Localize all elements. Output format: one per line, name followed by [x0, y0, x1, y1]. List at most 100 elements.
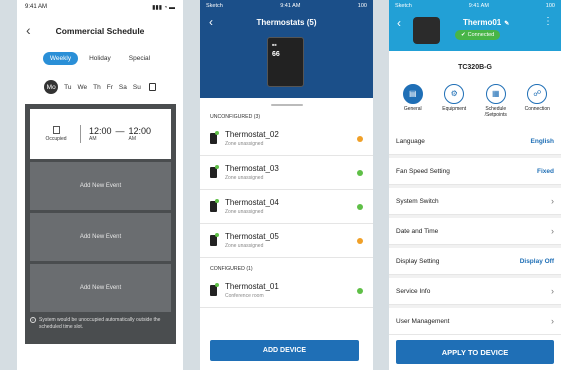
- category-tabs: ▤ General ⚙ Equipment ▦ Schedule /Setpoi…: [389, 81, 561, 118]
- thermostats-list-screen: Sketch 9:41 AM 100 ‹ Thermostats (5) ■■ …: [200, 0, 373, 370]
- status-icons: ▮▮▮ ◔ ▬: [152, 4, 175, 11]
- setting-fan-speed[interactable]: Fan Speed Setting Fixed: [389, 158, 561, 185]
- commercial-schedule-screen: 9:41 AM ▮▮▮ ◔ ▬ ‹ Commercial Schedule We…: [17, 0, 183, 370]
- thermostat-name: Thermostat_02: [225, 130, 279, 139]
- thermostat-device-image: ■■ 66: [267, 37, 304, 87]
- chevron-right-icon: ›: [551, 226, 554, 236]
- status-battery: 100: [357, 3, 367, 9]
- thermostat-zone: Zone unassigned: [225, 243, 264, 249]
- status-dot-icon: [357, 203, 363, 210]
- setting-display[interactable]: Display Setting Display Off: [389, 248, 561, 275]
- day-fr[interactable]: Fr: [107, 84, 113, 91]
- schedule-type-tabs: Weekly Holiday Special: [17, 52, 183, 65]
- add-new-event-button[interactable]: Add New Event: [30, 264, 171, 312]
- list-item[interactable]: Thermostat_02 Zone unassigned: [200, 122, 373, 156]
- status-carrier: Sketch: [206, 3, 223, 9]
- status-battery: 100: [545, 3, 555, 9]
- day-sa[interactable]: Sa: [119, 84, 127, 91]
- header: Sketch 9:41 AM 100 ‹ Thermostats (5) ■■ …: [200, 0, 373, 98]
- thermostat-zone: Zone unassigned: [225, 209, 264, 215]
- edit-pencil-icon[interactable]: ✎: [504, 21, 509, 27]
- device-display-value: 66: [272, 51, 280, 58]
- section-header-unconfigured: UNCONFIGURED (3): [210, 114, 261, 120]
- status-carrier: Sketch: [395, 3, 412, 9]
- header: ‹ Commercial Schedule: [17, 14, 183, 48]
- apply-to-device-button[interactable]: APPLY TO DEVICE: [396, 340, 554, 364]
- chevron-right-icon: ›: [551, 196, 554, 206]
- day-tu[interactable]: Tu: [64, 84, 71, 91]
- tab-connection[interactable]: ☍ Connection: [517, 81, 557, 118]
- thermostat-name: Thermostat_01: [225, 282, 279, 291]
- list-item[interactable]: Thermostat_04 Zone unassigned: [200, 190, 373, 224]
- day-selector: Mo Tu We Th Fr Sa Su: [17, 80, 183, 94]
- document-icon: ▤: [402, 84, 423, 104]
- add-new-event-button[interactable]: Add New Event: [30, 162, 171, 210]
- list-item[interactable]: Thermostat_03 Zone unassigned: [200, 156, 373, 190]
- equipment-icon: ⚙: [444, 84, 465, 104]
- list-item[interactable]: Thermostat_01 Conference room: [200, 274, 373, 308]
- thermostat-icon: [210, 199, 219, 212]
- divider: [80, 125, 81, 143]
- tab-equipment[interactable]: ⚙ Equipment: [434, 81, 474, 118]
- device-settings-screen: Sketch 9:41 AM 100 ‹ Thermo01 ✎ ✔ Connect…: [389, 0, 561, 370]
- occupied-mode: Occupied: [40, 126, 72, 142]
- setting-date-time[interactable]: Date and Time ›: [389, 218, 561, 245]
- thermostat-icon: [210, 233, 219, 246]
- end-ampm: AM: [128, 136, 137, 142]
- tab-general[interactable]: ▤ General: [393, 81, 433, 118]
- status-time: 9:41 AM: [280, 3, 301, 9]
- tab-weekly[interactable]: Weekly: [42, 52, 79, 65]
- setting-service-info[interactable]: Service Info ›: [389, 278, 561, 305]
- status-bar: Sketch 9:41 AM 100: [389, 0, 561, 12]
- add-new-event-button[interactable]: Add New Event: [30, 213, 171, 261]
- back-chevron-icon[interactable]: ‹: [209, 15, 213, 29]
- setting-system-switch[interactable]: System Switch ›: [389, 188, 561, 215]
- info-note: i System would be unoccupied automatical…: [30, 317, 171, 330]
- day-su[interactable]: Su: [133, 84, 141, 91]
- add-device-button[interactable]: ADD DEVICE: [210, 340, 359, 361]
- device-name: Thermo01 ✎: [463, 18, 510, 27]
- start-ampm: AM: [89, 136, 97, 142]
- day-mo[interactable]: Mo: [44, 80, 59, 94]
- chevron-right-icon: ›: [551, 286, 554, 296]
- thermostat-zone: Conference room: [225, 293, 264, 299]
- more-menu-icon[interactable]: ⋮: [543, 16, 553, 27]
- event-card[interactable]: Occupied 12:00 AM — 12:00 AM: [30, 109, 171, 159]
- check-icon: ✔: [461, 32, 466, 38]
- thermostat-name: Thermostat_04: [225, 198, 279, 207]
- settings-list: Language English Fan Speed Setting Fixed…: [389, 128, 561, 335]
- info-icon: i: [30, 317, 36, 323]
- day-th[interactable]: Th: [93, 84, 101, 91]
- page-title: Commercial Schedule: [55, 26, 145, 36]
- header: Sketch 9:41 AM 100 ‹ Thermo01 ✎ ✔ Connect…: [389, 0, 561, 51]
- status-time: 9:41 AM: [468, 3, 489, 9]
- thermostat-name: Thermostat_05: [225, 232, 279, 241]
- tab-holiday[interactable]: Holiday: [82, 52, 118, 65]
- list-item[interactable]: Thermostat_05 Zone unassigned: [200, 224, 373, 258]
- thermostat-icon: [210, 131, 219, 144]
- info-note-text: System would be unoccupied automatically…: [39, 317, 161, 330]
- day-we[interactable]: We: [78, 84, 88, 91]
- model-number: TC320B-G: [458, 64, 492, 71]
- thermostat-zone: Zone unassigned: [225, 175, 264, 181]
- building-icon: [52, 126, 60, 134]
- setting-language[interactable]: Language English: [389, 128, 561, 155]
- copy-icon[interactable]: [148, 83, 156, 91]
- status-time: 9:41 AM: [25, 4, 48, 10]
- setting-user-management[interactable]: User Management ›: [389, 308, 561, 335]
- connected-label: Connected: [467, 32, 495, 38]
- back-chevron-icon[interactable]: ‹: [26, 22, 31, 38]
- end-time: 12:00: [128, 126, 152, 136]
- tab-special[interactable]: Special: [122, 52, 157, 65]
- tab-schedule[interactable]: ▦ Schedule /Setpoints: [476, 81, 516, 118]
- connected-badge: ✔ Connected: [455, 30, 501, 40]
- device-thumbnail: [413, 17, 440, 44]
- section-header-configured: CONFIGURED (1): [210, 266, 253, 272]
- schedule-panel: Occupied 12:00 AM — 12:00 AM Add New Eve…: [25, 104, 176, 344]
- back-chevron-icon[interactable]: ‹: [397, 16, 401, 30]
- thermostat-zone: Zone unassigned: [225, 141, 264, 147]
- status-dot-icon: [357, 287, 363, 294]
- thermostat-icon: [210, 165, 219, 178]
- thermostat-name: Thermostat_03: [225, 164, 279, 173]
- status-dot-icon: [357, 237, 363, 244]
